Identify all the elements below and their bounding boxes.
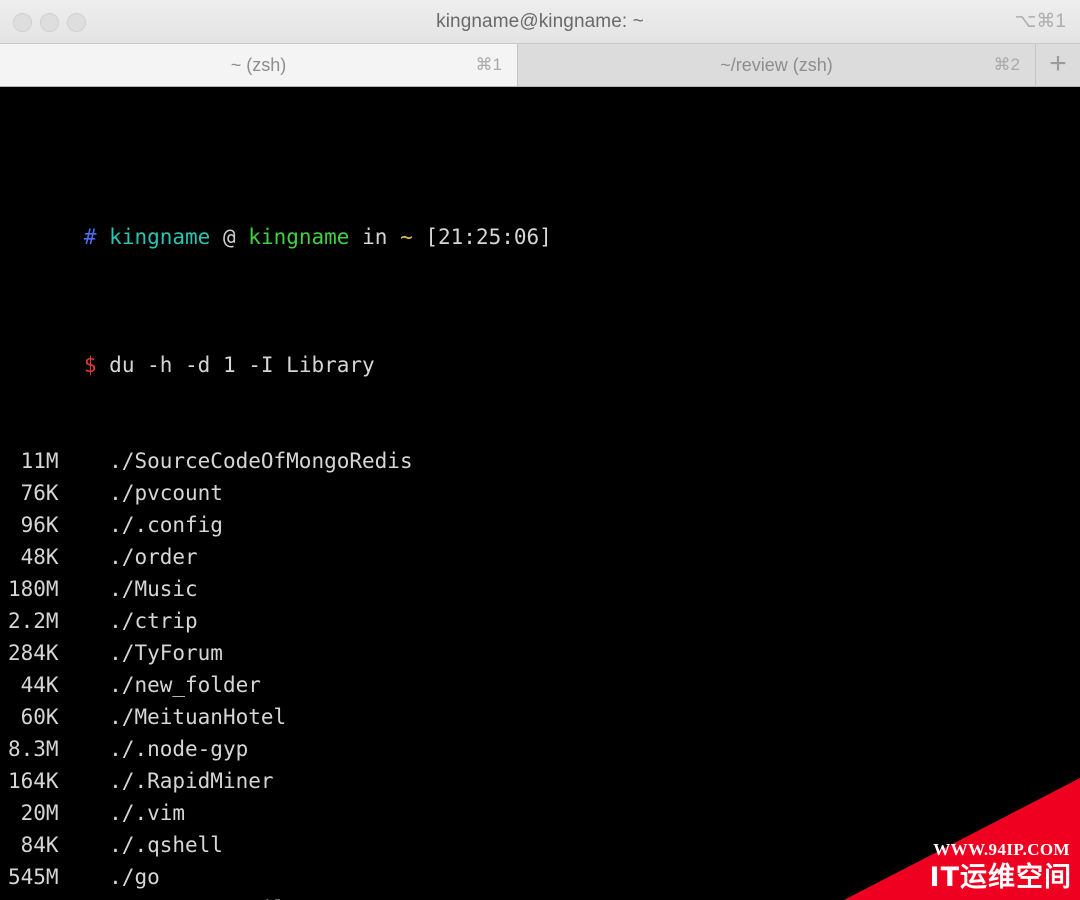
du-path: ./Music <box>109 577 198 601</box>
du-path: ./new_folder <box>109 673 261 697</box>
du-path: ./.qshell <box>109 833 223 857</box>
du-column-gap <box>59 609 110 633</box>
du-path: ./ctrip <box>109 609 198 633</box>
command-text: du -h -d 1 -I Library <box>109 353 375 377</box>
du-size: 284K <box>8 641 59 665</box>
du-size: 44K <box>8 673 59 697</box>
du-path: ./.vim <box>109 801 186 825</box>
new-tab-button[interactable]: + <box>1036 44 1080 86</box>
du-path: ./SourceCodeOfMongoRedis <box>109 449 413 473</box>
du-column-gap <box>59 577 110 601</box>
minimize-button[interactable] <box>40 12 59 32</box>
du-output-row: 8.0K ./Nutstore Files <box>8 893 1080 900</box>
du-size: 11M <box>8 449 59 473</box>
du-size: 2.2M <box>8 609 59 633</box>
prompt-in-word: in <box>362 225 388 249</box>
du-size: 76K <box>8 481 59 505</box>
du-output-row: 20M ./.vim <box>8 797 1080 829</box>
du-size: 545M <box>8 865 59 889</box>
tab-home[interactable]: ~ (zsh) ⌘1 <box>0 44 518 86</box>
du-size: 48K <box>8 545 59 569</box>
terminal-output-area[interactable]: # kingname @ kingname in ~ [21:25:06] $ … <box>0 87 1080 900</box>
prompt-host: kingname <box>248 225 350 249</box>
zoom-button[interactable] <box>67 12 86 32</box>
du-path: ./order <box>109 545 198 569</box>
du-output-row: 8.3M ./.node-gyp <box>8 733 1080 765</box>
window-shortcut-label: ⌥⌘1 <box>1014 11 1066 32</box>
du-output-row: 96K ./.config <box>8 509 1080 541</box>
tab-review[interactable]: ~/review (zsh) ⌘2 <box>518 44 1036 86</box>
du-output-row: 60K ./MeituanHotel <box>8 701 1080 733</box>
prompt-cwd: ~ <box>400 225 413 249</box>
window-title: kingname@kingname: ~ <box>436 11 644 32</box>
du-size: 180M <box>8 577 59 601</box>
prompt-dollar-sign: $ <box>83 353 97 377</box>
du-column-gap <box>59 641 110 665</box>
du-output-row: 180M ./Music <box>8 573 1080 605</box>
du-output-list: 11M ./SourceCodeOfMongoRedis 76K ./pvcou… <box>8 445 1080 900</box>
du-output-row: 76K ./pvcount <box>8 477 1080 509</box>
du-output-row: 164K ./.RapidMiner <box>8 765 1080 797</box>
command-line: $ du -h -d 1 -I Library <box>8 317 1080 377</box>
du-path: ./MeituanHotel <box>109 705 287 729</box>
close-button[interactable] <box>13 12 32 32</box>
tab-review-label: ~/review (zsh) <box>720 54 833 75</box>
du-column-gap <box>59 481 110 505</box>
tab-review-shortcut: ⌘2 <box>993 55 1020 74</box>
du-column-gap <box>59 513 110 537</box>
du-column-gap <box>59 705 110 729</box>
du-size: 20M <box>8 801 59 825</box>
du-column-gap <box>59 737 110 761</box>
du-column-gap <box>59 801 110 825</box>
du-output-row: 545M ./go <box>8 861 1080 893</box>
du-size: 96K <box>8 513 59 537</box>
terminal-window: kingname@kingname: ~ ⌥⌘1 ~ (zsh) ⌘1 ~/re… <box>0 0 1080 900</box>
du-output-row: 44K ./new_folder <box>8 669 1080 701</box>
du-path: ./.node-gyp <box>109 737 249 761</box>
du-path: ./TyForum <box>109 641 223 665</box>
du-column-gap <box>59 449 110 473</box>
du-output-row: 284K ./TyForum <box>8 637 1080 669</box>
prompt-at-sign: @ <box>222 225 236 249</box>
du-path: ./go <box>109 865 160 889</box>
du-output-row: 11M ./SourceCodeOfMongoRedis <box>8 445 1080 477</box>
window-titlebar: kingname@kingname: ~ ⌥⌘1 <box>0 0 1080 44</box>
du-size: 84K <box>8 833 59 857</box>
du-column-gap <box>59 545 110 569</box>
du-output-row: 48K ./order <box>8 541 1080 573</box>
du-output-row: 2.2M ./ctrip <box>8 605 1080 637</box>
prompt-line: # kingname @ kingname in ~ [21:25:06] <box>8 189 1080 249</box>
du-output-row: 84K ./.qshell <box>8 829 1080 861</box>
tab-bar: ~ (zsh) ⌘1 ~/review (zsh) ⌘2 + <box>0 44 1080 87</box>
du-size: 60K <box>8 705 59 729</box>
prompt-user: kingname <box>109 225 211 249</box>
du-column-gap <box>59 865 110 889</box>
du-size: 8.3M <box>8 737 59 761</box>
du-path: ./.config <box>109 513 223 537</box>
du-column-gap <box>59 833 110 857</box>
du-size: 164K <box>8 769 59 793</box>
du-column-gap <box>59 769 110 793</box>
prompt-hash: # <box>83 225 97 249</box>
du-path: ./pvcount <box>109 481 223 505</box>
prompt-timestamp: [21:25:06] <box>425 225 552 249</box>
traffic-light-group <box>13 0 86 44</box>
tab-home-label: ~ (zsh) <box>230 54 287 75</box>
du-column-gap <box>59 673 110 697</box>
tab-home-shortcut: ⌘1 <box>475 55 502 74</box>
du-path: ./.RapidMiner <box>109 769 274 793</box>
